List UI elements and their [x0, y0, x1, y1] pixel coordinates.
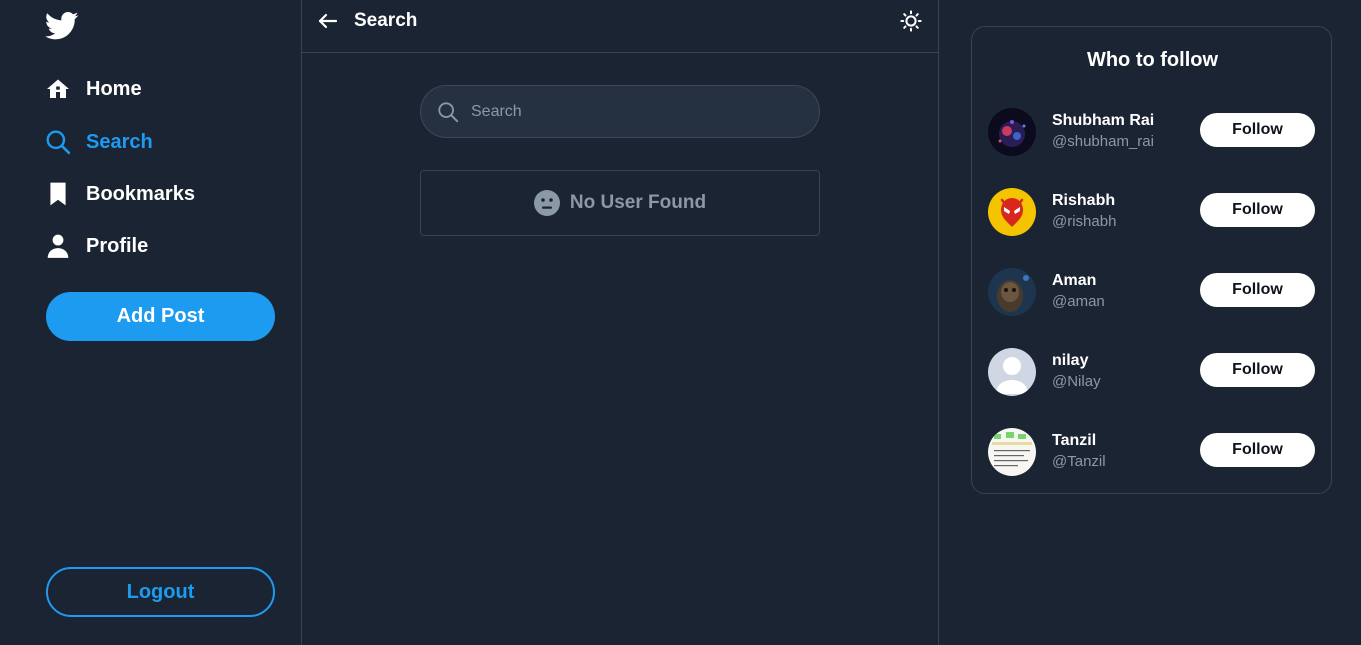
bookmark-icon: [45, 181, 71, 207]
app-root: Home Search Bookmarks Profile Add Post L…: [0, 0, 1361, 645]
home-icon: [45, 76, 71, 102]
page-title: Search: [354, 10, 418, 31]
follow-button[interactable]: Follow: [1200, 433, 1315, 467]
user-name: nilay: [1052, 352, 1089, 369]
follow-suggestion: Rishabh @rishabh Follow: [972, 186, 1333, 236]
twitter-bird-icon[interactable]: [44, 11, 79, 41]
search-input[interactable]: [471, 86, 801, 137]
follow-button[interactable]: Follow: [1200, 273, 1315, 307]
follow-suggestion: Aman @aman Follow: [972, 266, 1333, 316]
sidebar-item-search[interactable]: Search: [45, 127, 153, 157]
sun-icon[interactable]: [900, 10, 922, 32]
follow-button[interactable]: Follow: [1200, 113, 1315, 147]
user-name: Shubham Rai: [1052, 112, 1155, 129]
who-to-follow-panel: Who to follow Shubham Rai @shubham_rai F…: [971, 26, 1332, 494]
user-icon: [45, 233, 71, 259]
avatar[interactable]: [988, 108, 1036, 156]
follow-suggestion: Tanzil @Tanzil Follow: [972, 426, 1333, 476]
user-name: Tanzil: [1052, 432, 1097, 449]
user-handle: @Nilay: [1052, 373, 1101, 390]
neutral-face-icon: [533, 190, 560, 216]
user-handle: @rishabh: [1052, 213, 1117, 230]
user-name: Aman: [1052, 272, 1097, 289]
main-column: Search Search No User Found: [302, 0, 939, 645]
follow-button[interactable]: Follow: [1200, 193, 1315, 227]
main-header: Search: [302, 0, 938, 53]
add-post-button[interactable]: Add Post: [46, 292, 275, 341]
follow-suggestion: nilay @Nilay Follow: [972, 346, 1333, 396]
user-handle: @Tanzil: [1052, 453, 1106, 470]
who-to-follow-title: Who to follow: [1086, 49, 1219, 71]
avatar[interactable]: [988, 428, 1036, 476]
arrow-left-icon[interactable]: [318, 12, 338, 30]
sidebar-item-profile[interactable]: Profile: [45, 231, 148, 261]
user-handle: @shubham_rai: [1052, 133, 1154, 150]
empty-state-text: No User Found: [569, 192, 707, 213]
sidebar-item-label: Profile: [86, 234, 149, 257]
avatar[interactable]: [988, 188, 1036, 236]
search-bar: [420, 85, 820, 138]
sidebar-item-label: Home: [86, 77, 142, 100]
logout-button[interactable]: Logout: [46, 567, 275, 617]
user-handle: @aman: [1052, 293, 1105, 310]
sidebar: Home Search Bookmarks Profile Add Post L…: [0, 0, 302, 645]
sidebar-item-bookmarks[interactable]: Bookmarks: [45, 179, 195, 209]
search-icon: [437, 101, 459, 123]
user-name: Rishabh: [1052, 192, 1116, 209]
sidebar-item-label: Search: [86, 130, 153, 153]
search-icon: [45, 129, 71, 155]
sidebar-item-home[interactable]: Home: [45, 74, 142, 104]
follow-button[interactable]: Follow: [1200, 353, 1315, 387]
sidebar-item-label: Bookmarks: [86, 182, 195, 205]
avatar[interactable]: [988, 268, 1036, 316]
avatar[interactable]: [988, 348, 1036, 396]
follow-suggestion: Shubham Rai @shubham_rai Follow: [972, 106, 1333, 156]
empty-state: No User Found: [420, 170, 820, 236]
